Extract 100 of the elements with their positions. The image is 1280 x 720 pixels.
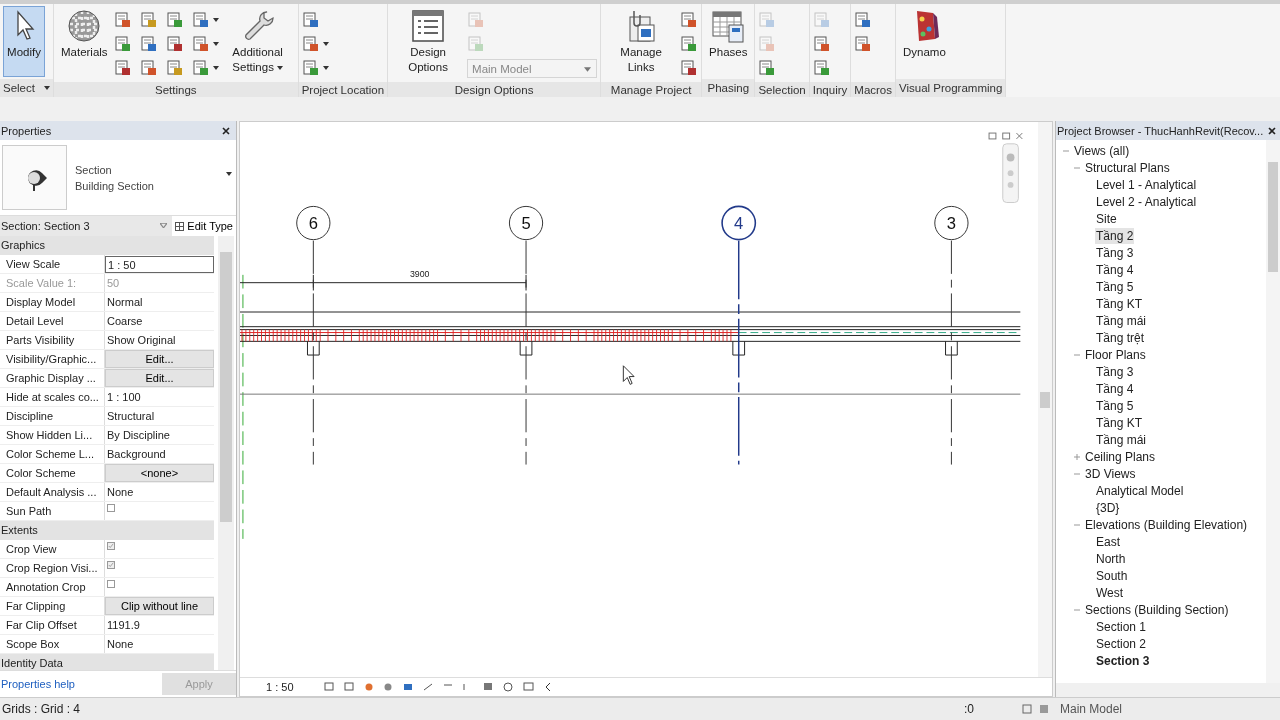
type-selector[interactable]: Section Building Section [0,140,236,217]
property-value: Coarse [106,315,143,328]
grid-bubble[interactable]: 5 [508,206,544,241]
grid-bubble[interactable]: 6 [296,206,331,241]
property-button[interactable]: Clip without line [105,597,214,616]
document-icon [680,35,699,53]
document-icon [113,35,132,53]
tree-item[interactable]: South [1095,567,1129,584]
tree-item[interactable]: Tầng 4 [1095,380,1135,397]
navigation-bar[interactable] [1002,143,1019,204]
grid-icon [175,221,185,231]
panel-title: Visual Programming [896,79,1006,97]
panel-title: Project Location [298,82,388,97]
tree-item[interactable]: East [1095,533,1121,550]
scrollbar[interactable] [1038,122,1052,678]
tree-item[interactable]: Tầng 2 [1095,227,1135,244]
tree-item[interactable]: Level 1 - Analytical [1095,176,1198,193]
tree-item[interactable]: Sections (Building Section) [1084,601,1230,618]
caret-icon [322,66,329,70]
status-message: Grids : Grid : 4 [1,702,82,717]
tree-item[interactable]: Ceiling Plans [1084,448,1157,465]
property-button[interactable]: <none> [105,464,214,483]
tree-item[interactable]: Tầng mái [1095,312,1148,329]
property-button[interactable]: Edit... [105,350,214,369]
ribbon-button[interactable]: Modify [3,6,45,77]
edit-type-button[interactable]: Edit Type [172,220,236,233]
grid-bubble[interactable]: 3 [934,206,969,241]
grid-line[interactable] [312,240,314,466]
tree-item[interactable]: North [1095,550,1127,567]
grid-line[interactable] [525,240,527,466]
tree-item[interactable]: Tầng 3 [1095,363,1135,380]
tree-item[interactable]: Section 1 [1095,618,1148,635]
caret-icon [226,172,232,177]
checkbox[interactable] [107,504,115,513]
tree-item[interactable]: Tầng KT [1095,295,1144,312]
scrollbar[interactable] [218,236,234,671]
scrollbar[interactable] [1056,683,1280,698]
cursor-icon [622,365,635,386]
grid-line[interactable] [738,240,740,466]
tree-item[interactable]: Floor Plans [1084,346,1147,363]
tree-item[interactable]: Tầng 5 [1095,278,1135,295]
property-value: By Discipline [106,429,170,442]
plus-icon[interactable] [1073,452,1081,461]
property-label: Far Clip Offset [0,616,105,635]
property-button[interactable]: Edit... [105,369,214,388]
tree-item[interactable]: {3D} [1095,499,1121,516]
ribbon-button[interactable]: Phases [705,6,752,77]
group-header[interactable]: Identity Data [0,654,214,671]
document-icon [758,35,777,53]
close-icon[interactable] [222,126,230,135]
tree-item[interactable]: Level 2 - Analytical [1095,193,1198,210]
property-label: Parts Visibility [0,331,105,350]
caret-icon [212,18,219,22]
checkbox[interactable] [107,561,115,570]
design-option-field[interactable]: Main Model [1060,702,1260,717]
property-label: Hide at scales co... [0,388,105,407]
grid-line[interactable] [950,240,952,466]
property-value: Show Original [106,334,176,347]
scrollbar[interactable] [1266,140,1280,684]
panel-title: Settings [53,82,298,97]
ribbon-button[interactable]: Design Options [391,6,466,80]
tree-item[interactable]: Tầng mái [1095,431,1148,448]
checkbox[interactable] [107,542,115,551]
tree-item[interactable]: Elevations (Building Elevation) [1084,516,1249,533]
tree-item[interactable]: Analytical Model [1095,482,1185,499]
tree-item[interactable]: West [1095,584,1125,601]
tree-item[interactable]: Tầng 5 [1095,397,1135,414]
tree-item[interactable]: Section 3 [1095,652,1151,669]
help-link[interactable]: Properties help [0,678,75,691]
document-icon [758,59,777,77]
ribbon-button[interactable]: Additional Settings [220,6,295,80]
property-label: Crop Region Visi... [0,559,105,578]
instance-dropdown[interactable]: Section: Section 3 [0,216,173,237]
view-scale[interactable]: 1 : 50 [266,681,294,694]
tree-item[interactable]: Site [1095,210,1118,227]
ribbon-button[interactable]: Manage Links [604,6,679,80]
close-icon[interactable] [1268,126,1276,135]
caret-icon [584,66,592,72]
group-header[interactable]: Graphics [0,236,214,256]
view-controls-icon[interactable] [988,133,1023,140]
scale-field[interactable]: 1 : 50 [105,255,214,273]
tree-item[interactable]: Tầng 4 [1095,261,1135,278]
tree-item[interactable]: Views (all) [1073,142,1131,159]
property-value: 1191.9 [106,619,140,632]
tree-item[interactable]: Tầng 3 [1095,244,1135,261]
checkbox[interactable] [107,580,115,589]
ribbon-button[interactable]: Materials [56,6,112,80]
workset-value[interactable]: :0 [964,702,1014,717]
document-icon [113,59,132,77]
tree-item[interactable]: Tầng trệt [1095,329,1146,346]
ribbon-button[interactable]: Dynamo [899,6,950,77]
group-header[interactable]: Extents [0,521,214,541]
panel-title[interactable]: Select [0,79,53,97]
property-label: Scale Value 1: [0,274,105,293]
grid-bubble[interactable]: 4 [721,206,757,241]
tree-item[interactable]: Tầng KT [1095,414,1144,431]
caret-icon [160,223,168,229]
tree-item[interactable]: Structural Plans [1084,159,1171,176]
tree-item[interactable]: 3D Views [1084,465,1137,482]
tree-item[interactable]: Section 2 [1095,635,1148,652]
